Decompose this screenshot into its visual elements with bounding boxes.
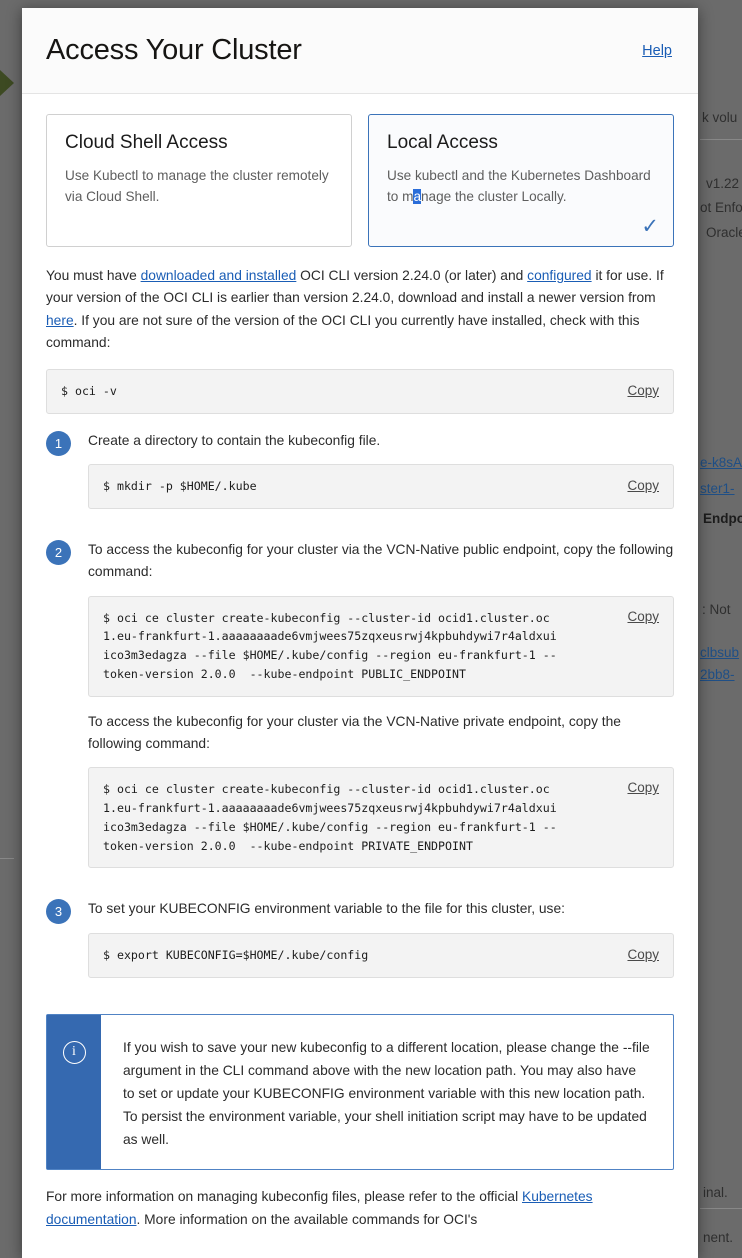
- step-description: Create a directory to contain the kubeco…: [88, 430, 674, 452]
- background-divider: [700, 1208, 742, 1209]
- collapse-arrow-icon[interactable]: [0, 70, 14, 96]
- card-title: Cloud Shell Access: [65, 132, 333, 154]
- intro-segment-4: . If you are not sure of the version of …: [46, 313, 640, 350]
- background-text-fragment: inal.: [703, 1185, 728, 1200]
- copy-button[interactable]: Copy: [627, 477, 659, 493]
- step-number-badge: 1: [46, 431, 71, 456]
- intro-segment-2: OCI CLI version 2.24.0 (or later) and: [296, 268, 527, 283]
- text-selection-highlight: a: [413, 189, 421, 204]
- card-description: Use Kubectl to manage the cluster remote…: [65, 166, 333, 207]
- background-divider: [0, 858, 14, 859]
- here-link[interactable]: here: [46, 313, 74, 328]
- card-description: Use kubectl and the Kubernetes Dashboard…: [387, 166, 655, 207]
- footer-segment-2: . More information on the available comm…: [137, 1212, 478, 1227]
- step-3: 3 To set your KUBECONFIG environment var…: [46, 898, 674, 991]
- card-title: Local Access: [387, 132, 655, 154]
- code-text: $ mkdir -p $HOME/.kube: [103, 477, 613, 496]
- intro-paragraph: You must have downloaded and installed O…: [46, 265, 674, 355]
- step-2: 2 To access the kubeconfig for your clus…: [46, 539, 674, 883]
- background-divider: [700, 139, 742, 140]
- footer-segment-1: For more information on managing kubecon…: [46, 1189, 522, 1204]
- background-text-fragment[interactable]: 2bb8-: [700, 667, 735, 682]
- step-body: To set your KUBECONFIG environment varia…: [88, 898, 674, 991]
- step-body: To access the kubeconfig for your cluste…: [88, 539, 674, 883]
- info-icon: i: [63, 1041, 86, 1064]
- background-text-fragment[interactable]: clbsub: [700, 645, 739, 660]
- background-text-fragment[interactable]: e-k8sA: [700, 455, 742, 470]
- step-number-badge: 3: [46, 899, 71, 924]
- background-text-fragment: ot Enfo: [700, 200, 742, 215]
- background-text-fragment[interactable]: ster1-: [700, 481, 735, 496]
- dialog-body: Cloud Shell Access Use Kubectl to manage…: [22, 94, 698, 1231]
- info-callout: i If you wish to save your new kubeconfi…: [46, 1014, 674, 1171]
- code-text: $ oci ce cluster create-kubeconfig --clu…: [103, 609, 613, 684]
- code-text: $ export KUBECONFIG=$HOME/.kube/config: [103, 946, 613, 965]
- background-text-fragment: k volu: [702, 110, 737, 125]
- copy-button[interactable]: Copy: [627, 780, 659, 795]
- step-number-badge: 2: [46, 540, 71, 565]
- page-title: Access Your Cluster: [46, 34, 302, 67]
- card-local-access[interactable]: Local Access Use kubectl and the Kuberne…: [368, 114, 674, 247]
- step-1: 1 Create a directory to contain the kube…: [46, 430, 674, 523]
- dialog-header: Access Your Cluster Help: [22, 8, 698, 94]
- callout-message: If you wish to save your new kubeconfig …: [101, 1015, 673, 1170]
- background-text-fragment: nent.: [703, 1230, 733, 1245]
- step-description-public: To access the kubeconfig for your cluste…: [88, 539, 674, 584]
- configured-link[interactable]: configured: [527, 268, 591, 283]
- code-block-kubeconfig-private: $ oci ce cluster create-kubeconfig --clu…: [88, 767, 674, 868]
- copy-button[interactable]: Copy: [627, 609, 659, 624]
- background-text-fragment: : Not: [702, 602, 731, 617]
- code-block-kubeconfig-public: $ oci ce cluster create-kubeconfig --clu…: [88, 596, 674, 697]
- copy-button[interactable]: Copy: [627, 382, 659, 398]
- background-text-fragment: Endpo: [703, 511, 742, 526]
- access-your-cluster-dialog: Access Your Cluster Help Cloud Shell Acc…: [22, 8, 698, 1258]
- code-block-oci-version: $ oci -v Copy: [46, 369, 674, 414]
- card-cloud-shell-access[interactable]: Cloud Shell Access Use Kubectl to manage…: [46, 114, 352, 247]
- checkmark-icon: ✓: [641, 216, 659, 237]
- code-text: $ oci ce cluster create-kubeconfig --clu…: [103, 780, 613, 855]
- intro-segment-1: You must have: [46, 268, 141, 283]
- access-method-cards: Cloud Shell Access Use Kubectl to manage…: [46, 114, 674, 247]
- step-description: To set your KUBECONFIG environment varia…: [88, 898, 674, 920]
- desc-part-after: nage the cluster Locally.: [421, 189, 567, 204]
- code-block-mkdir: $ mkdir -p $HOME/.kube Copy: [88, 464, 674, 509]
- step-body: Create a directory to contain the kubeco…: [88, 430, 674, 523]
- copy-button[interactable]: Copy: [627, 946, 659, 962]
- background-text-fragment: v1.22: [706, 176, 739, 191]
- step-description-private: To access the kubeconfig for your cluste…: [88, 711, 674, 756]
- downloaded-and-installed-link[interactable]: downloaded and installed: [141, 268, 297, 283]
- callout-accent-bar: i: [47, 1015, 101, 1170]
- help-link[interactable]: Help: [642, 43, 672, 59]
- footer-paragraph: For more information on managing kubecon…: [46, 1186, 674, 1231]
- background-text-fragment: Oracle: [706, 225, 742, 240]
- code-text: $ oci -v: [61, 382, 613, 401]
- code-block-export-kubeconfig: $ export KUBECONFIG=$HOME/.kube/config C…: [88, 933, 674, 978]
